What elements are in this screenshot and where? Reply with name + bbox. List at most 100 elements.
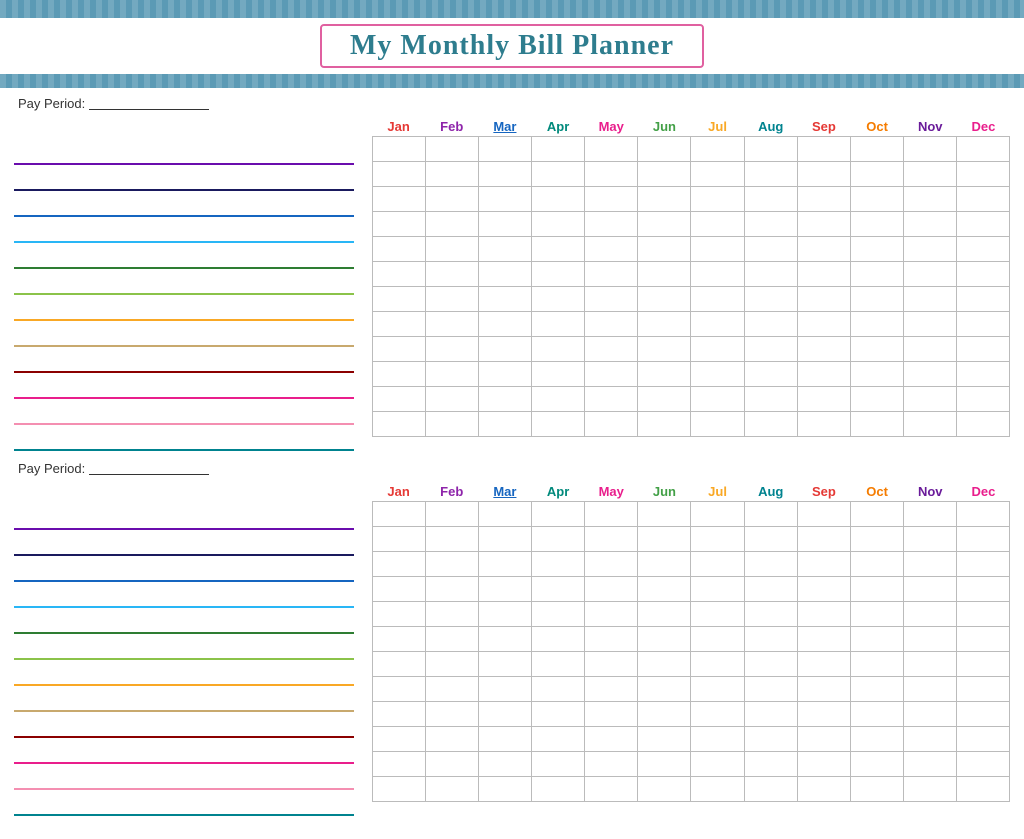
table-cell[interactable] [744, 527, 797, 552]
table-cell[interactable] [744, 212, 797, 237]
table-cell[interactable] [850, 502, 903, 527]
table-cell[interactable] [638, 287, 691, 312]
table-cell[interactable] [638, 187, 691, 212]
pay-period-input-2[interactable] [89, 463, 209, 475]
table-cell[interactable] [585, 527, 638, 552]
table-cell[interactable] [585, 187, 638, 212]
table-cell[interactable] [903, 137, 956, 162]
table-cell[interactable] [426, 752, 479, 777]
table-cell[interactable] [426, 502, 479, 527]
table-cell[interactable] [744, 502, 797, 527]
table-cell[interactable] [744, 262, 797, 287]
table-cell[interactable] [903, 312, 956, 337]
table-cell[interactable] [373, 577, 426, 602]
table-cell[interactable] [956, 137, 1009, 162]
table-cell[interactable] [532, 212, 585, 237]
table-cell[interactable] [426, 702, 479, 727]
table-cell[interactable] [691, 577, 744, 602]
table-cell[interactable] [532, 187, 585, 212]
table-cell[interactable] [373, 502, 426, 527]
table-cell[interactable] [850, 527, 903, 552]
table-cell[interactable] [479, 577, 532, 602]
table-cell[interactable] [691, 387, 744, 412]
table-cell[interactable] [691, 312, 744, 337]
table-cell[interactable] [956, 627, 1009, 652]
table-cell[interactable] [479, 287, 532, 312]
table-cell[interactable] [479, 627, 532, 652]
table-cell[interactable] [903, 527, 956, 552]
table-cell[interactable] [373, 312, 426, 337]
table-cell[interactable] [956, 262, 1009, 287]
table-cell[interactable] [585, 752, 638, 777]
table-cell[interactable] [956, 577, 1009, 602]
table-cell[interactable] [850, 777, 903, 802]
table-cell[interactable] [638, 777, 691, 802]
table-cell[interactable] [532, 237, 585, 262]
table-cell[interactable] [585, 702, 638, 727]
table-cell[interactable] [956, 162, 1009, 187]
table-cell[interactable] [585, 777, 638, 802]
table-cell[interactable] [956, 212, 1009, 237]
table-cell[interactable] [373, 362, 426, 387]
table-cell[interactable] [585, 212, 638, 237]
table-cell[interactable] [479, 162, 532, 187]
table-cell[interactable] [903, 212, 956, 237]
table-cell[interactable] [744, 337, 797, 362]
table-cell[interactable] [638, 652, 691, 677]
table-cell[interactable] [532, 387, 585, 412]
table-cell[interactable] [850, 602, 903, 627]
table-cell[interactable] [903, 412, 956, 437]
table-cell[interactable] [479, 652, 532, 677]
table-cell[interactable] [638, 677, 691, 702]
table-cell[interactable] [479, 502, 532, 527]
table-cell[interactable] [638, 502, 691, 527]
table-cell[interactable] [691, 162, 744, 187]
pay-period-input-1[interactable] [89, 98, 209, 110]
table-cell[interactable] [585, 262, 638, 287]
table-cell[interactable] [797, 362, 850, 387]
table-cell[interactable] [532, 677, 585, 702]
table-cell[interactable] [797, 387, 850, 412]
table-cell[interactable] [479, 552, 532, 577]
table-cell[interactable] [850, 262, 903, 287]
table-cell[interactable] [426, 187, 479, 212]
table-cell[interactable] [585, 502, 638, 527]
table-cell[interactable] [479, 312, 532, 337]
table-cell[interactable] [956, 387, 1009, 412]
table-cell[interactable] [744, 287, 797, 312]
table-cell[interactable] [479, 237, 532, 262]
table-cell[interactable] [691, 552, 744, 577]
table-cell[interactable] [638, 577, 691, 602]
table-cell[interactable] [638, 602, 691, 627]
table-cell[interactable] [373, 212, 426, 237]
table-cell[interactable] [956, 287, 1009, 312]
table-cell[interactable] [532, 727, 585, 752]
table-cell[interactable] [797, 137, 850, 162]
table-cell[interactable] [479, 212, 532, 237]
table-cell[interactable] [585, 677, 638, 702]
table-cell[interactable] [956, 502, 1009, 527]
table-cell[interactable] [744, 312, 797, 337]
table-cell[interactable] [585, 387, 638, 412]
table-cell[interactable] [691, 412, 744, 437]
table-cell[interactable] [797, 577, 850, 602]
table-cell[interactable] [373, 162, 426, 187]
table-cell[interactable] [373, 137, 426, 162]
table-cell[interactable] [956, 237, 1009, 262]
table-cell[interactable] [479, 362, 532, 387]
table-cell[interactable] [691, 187, 744, 212]
table-cell[interactable] [797, 412, 850, 437]
table-cell[interactable] [744, 412, 797, 437]
table-cell[interactable] [532, 502, 585, 527]
table-cell[interactable] [850, 627, 903, 652]
table-cell[interactable] [797, 187, 850, 212]
table-cell[interactable] [479, 137, 532, 162]
table-cell[interactable] [903, 577, 956, 602]
table-cell[interactable] [373, 387, 426, 412]
table-cell[interactable] [532, 627, 585, 652]
table-cell[interactable] [426, 312, 479, 337]
table-cell[interactable] [744, 162, 797, 187]
table-cell[interactable] [903, 502, 956, 527]
table-cell[interactable] [532, 337, 585, 362]
table-cell[interactable] [691, 777, 744, 802]
